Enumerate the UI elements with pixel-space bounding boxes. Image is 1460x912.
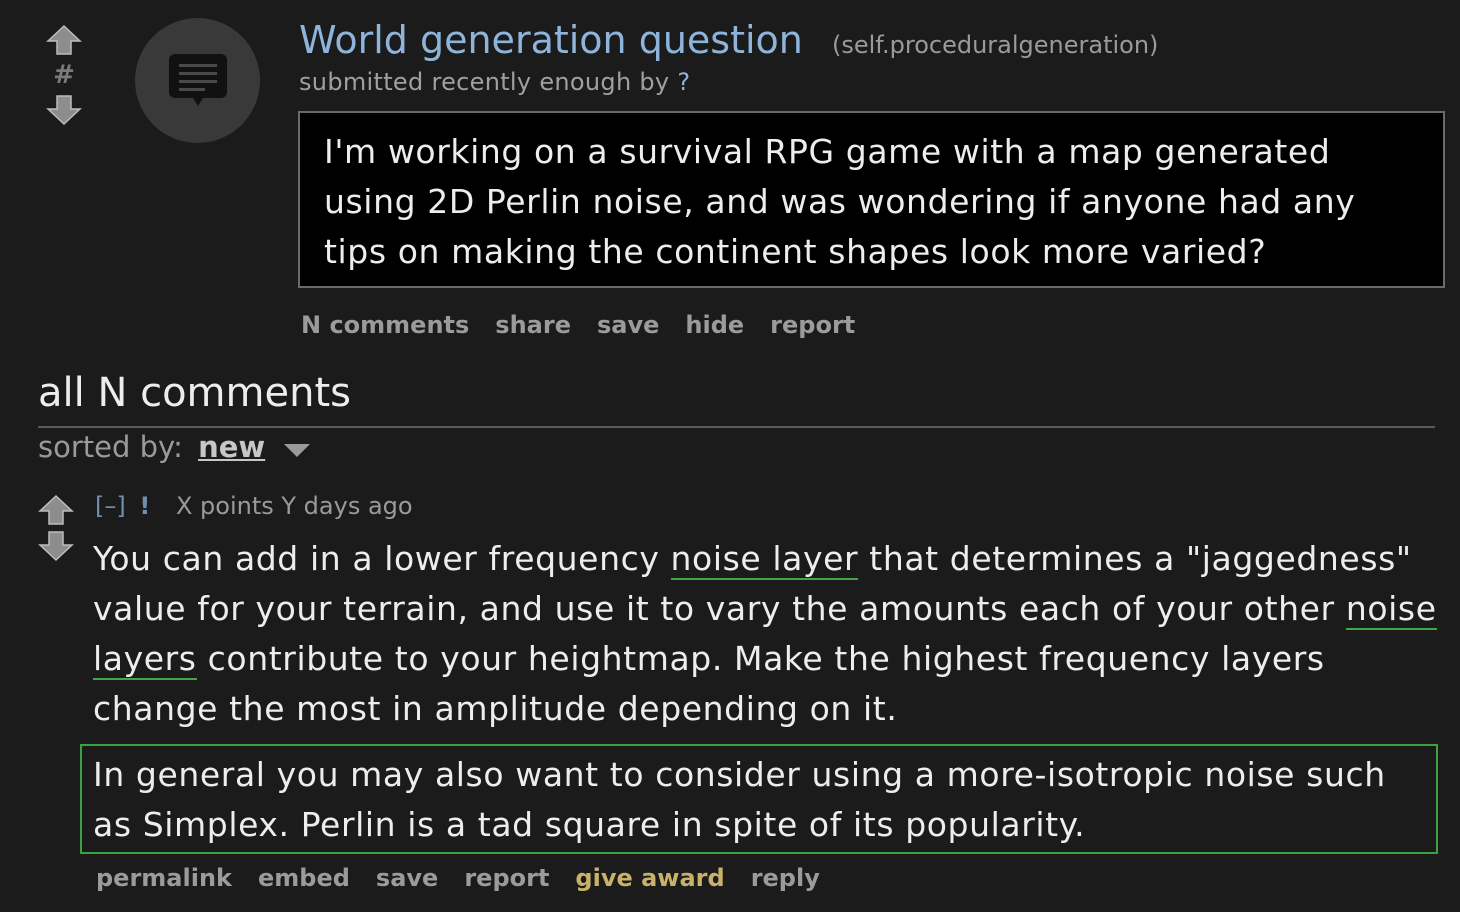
permalink-button[interactable]: permalink <box>96 864 232 892</box>
comment-tagline: [–] ! X points Y days ago <box>95 492 413 520</box>
noise-layer-link[interactable]: noise layer <box>670 539 859 580</box>
embed-button[interactable]: embed <box>258 864 350 892</box>
post-buttons: N comments share save hide report <box>301 311 855 339</box>
self-post-icon <box>168 53 227 106</box>
sort-control: sorted by: new <box>38 430 312 466</box>
collapse-toggle[interactable]: [–] <box>95 492 126 520</box>
comment-report-button[interactable]: report <box>464 864 549 892</box>
save-button[interactable]: save <box>597 311 659 339</box>
sort-value[interactable]: new <box>198 430 265 464</box>
post-score: # <box>53 60 75 90</box>
post-tagline: submitted recently enough by ? <box>299 68 690 96</box>
reply-button[interactable]: reply <box>751 864 820 892</box>
comment-vote-column <box>38 494 74 562</box>
comment-save-button[interactable]: save <box>376 864 438 892</box>
upvote-icon[interactable] <box>46 24 82 58</box>
post-thumbnail[interactable] <box>135 18 260 143</box>
post-domain[interactable]: (self.proceduralgeneration) <box>832 31 1158 59</box>
post-title-link[interactable]: World generation question <box>299 18 803 62</box>
share-button[interactable]: share <box>495 311 571 339</box>
reddit-post-page: # World generation question (self.proced… <box>0 0 1460 912</box>
chevron-down-icon[interactable] <box>282 432 312 466</box>
comments-button[interactable]: N comments <box>301 311 469 339</box>
post-title-row: World generation question (self.procedur… <box>299 18 1158 62</box>
downvote-icon[interactable] <box>38 528 74 562</box>
comment-highlighted-paragraph: In general you may also want to consider… <box>80 744 1438 854</box>
comment-author[interactable]: ! <box>139 492 150 520</box>
comment-body: You can add in a lower frequency noise l… <box>93 534 1438 734</box>
report-button[interactable]: report <box>770 311 855 339</box>
downvote-icon[interactable] <box>46 92 82 126</box>
comment-text-3: contribute to your heightmap. Make the h… <box>93 639 1325 728</box>
tagline-prefix: submitted recently enough by <box>299 68 670 96</box>
post-author[interactable]: ? <box>677 68 690 96</box>
hide-button[interactable]: hide <box>685 311 744 339</box>
sort-label: sorted by: <box>38 430 183 464</box>
comments-header: all N comments <box>38 370 1435 428</box>
comment-text-1: You can add in a lower frequency <box>93 539 671 578</box>
post-selftext: I'm working on a survival RPG game with … <box>298 111 1445 288</box>
give-award-button[interactable]: give award <box>575 864 724 892</box>
comment-meta: X points Y days ago <box>175 492 413 520</box>
post-vote-column: # <box>46 24 82 126</box>
comment-buttons: permalink embed save report give award r… <box>96 864 820 892</box>
upvote-icon[interactable] <box>38 494 74 528</box>
